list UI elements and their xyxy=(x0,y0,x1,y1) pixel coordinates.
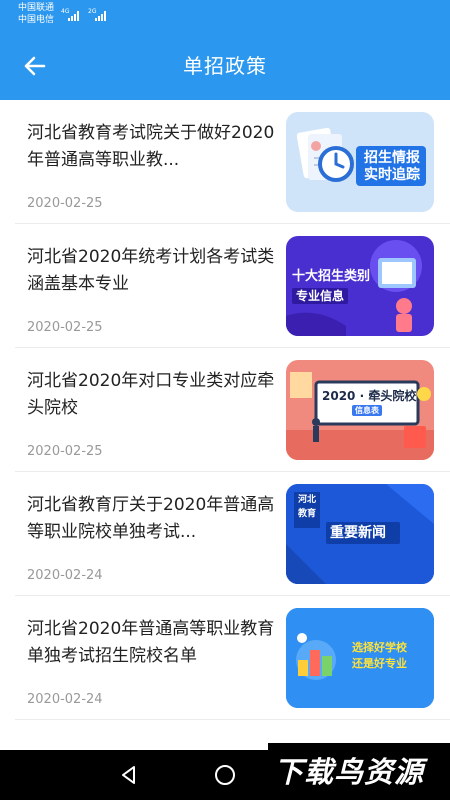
article-title: 河北省2020年对口专业类对应牵头院校 xyxy=(27,371,275,418)
watermark-banner: 下载鸟资源 xyxy=(268,743,450,800)
status-bar: 中国联通 中国电信 4G 2G xyxy=(0,0,450,30)
article-thumbnail: 2020 · 牵头院校 信息表 xyxy=(286,360,434,460)
thumb-caption-line-1: 选择好学校 xyxy=(352,641,407,654)
article-title: 河北省教育考试院关于做好2020年普通高等职业教... xyxy=(27,123,275,170)
thumb-caption-line-2: 还是好专业 xyxy=(352,657,407,670)
signal-1-icon xyxy=(68,11,79,21)
thumb-caption-line-1: 河北 xyxy=(298,495,317,505)
article-title: 河北省2020年普通高等职业教育单独考试招生院校名单 xyxy=(27,619,275,666)
signal-2-icon xyxy=(95,11,106,21)
article-item[interactable]: 河北省教育厅关于2020年普通高等职业院校单独考试... 2020-02-24 … xyxy=(0,472,450,596)
article-thumbnail: 招生情报 实时追踪 xyxy=(286,112,434,212)
thumb-caption-line-2: 实时追踪 xyxy=(364,167,420,183)
article-item[interactable]: 河北省教育考试院关于做好2020年普通高等职业教... 2020-02-25 招… xyxy=(0,100,450,224)
article-date: 2020-02-24 xyxy=(27,692,103,707)
thumb-caption-line-1: 招生情报 xyxy=(364,150,420,166)
nav-home-button[interactable] xyxy=(213,763,237,787)
article-title: 河北省教育厅关于2020年普通高等职业院校单独考试... xyxy=(27,495,275,542)
article-date: 2020-02-25 xyxy=(27,320,103,335)
thumb-caption-line-2: 信息表 xyxy=(352,405,382,416)
thumb-caption-line-1: 2020 · 牵头院校 xyxy=(322,389,417,403)
triangle-back-icon xyxy=(122,766,135,784)
article-item[interactable]: 河北省2020年统考计划各考试类涵盖基本专业 2020-02-25 十大招生类别… xyxy=(0,224,450,348)
thumb-caption-line-3: 重要新闻 xyxy=(330,525,386,541)
app-header: 中国联通 中国电信 4G 2G 单招政策 xyxy=(0,0,450,100)
article-date: 2020-02-25 xyxy=(27,444,103,459)
item-divider xyxy=(15,719,450,720)
article-date: 2020-02-25 xyxy=(27,196,103,211)
article-thumbnail: 河北 教育 重要新闻 xyxy=(286,484,434,584)
watermark-text: 下载鸟资源 xyxy=(274,755,425,789)
nav-back-button[interactable] xyxy=(117,763,141,787)
thumb-caption-line-2: 教育 xyxy=(298,509,317,519)
article-item[interactable]: 河北省2020年对口专业类对应牵头院校 2020-02-25 2020 · 牵头… xyxy=(0,348,450,472)
carrier-2-label: 中国电信 xyxy=(18,15,55,25)
carrier-1-label: 中国联通 xyxy=(18,3,55,13)
circle-home-icon xyxy=(215,765,235,785)
thumb-caption-line-2: 专业信息 xyxy=(292,288,349,304)
article-item[interactable]: 河北省2020年普通高等职业教育单独考试招生院校名单 2020-02-24 选择… xyxy=(0,596,450,720)
article-thumbnail: 选择好学校 还是好专业 xyxy=(286,608,434,708)
article-thumbnail: 十大招生类别 专业信息 xyxy=(286,236,434,336)
person-computer-illustration xyxy=(286,240,422,336)
article-date: 2020-02-24 xyxy=(27,568,103,583)
page-title: 单招政策 xyxy=(183,54,267,78)
thumb-caption-line-1: 十大招生类别 xyxy=(292,269,371,284)
article-title: 河北省2020年统考计划各考试类涵盖基本专业 xyxy=(27,247,275,294)
